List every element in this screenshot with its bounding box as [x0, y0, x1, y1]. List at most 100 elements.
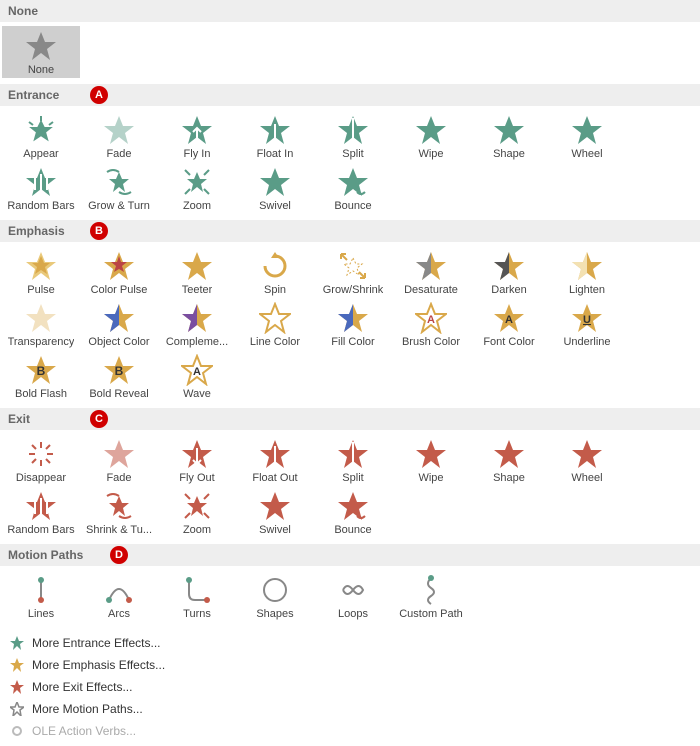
path-lines[interactable]: Lines	[2, 570, 80, 622]
anim-swivel[interactable]: Swivel	[236, 162, 314, 214]
line-icon	[25, 574, 57, 606]
svg-text:A: A	[193, 366, 201, 378]
svg-text:A: A	[505, 314, 513, 326]
item-label: Fly In	[184, 148, 211, 160]
anim-wipe-out[interactable]: Wipe	[392, 434, 470, 486]
more-entrance[interactable]: More Entrance Effects...	[4, 632, 696, 654]
item-label: Grow & Turn	[88, 200, 150, 212]
anim-wave[interactable]: A Wave	[158, 350, 236, 402]
more-label: More Entrance Effects...	[32, 636, 161, 650]
item-label: Bold Flash	[15, 388, 67, 400]
anim-wipe[interactable]: Wipe	[392, 110, 470, 162]
badge-d: D	[110, 546, 128, 564]
item-label: Zoom	[183, 200, 211, 212]
anim-font-color[interactable]: A Font Color	[470, 298, 548, 350]
item-label: Wave	[183, 388, 211, 400]
anim-complementary[interactable]: Compleme...	[158, 298, 236, 350]
arc-icon	[103, 574, 135, 606]
grid-entrance: Appear Fade Fly In Float In Split Wipe S…	[0, 106, 700, 220]
anim-darken[interactable]: Darken	[470, 246, 548, 298]
star-outline-icon	[10, 702, 24, 716]
anim-random-bars[interactable]: Random Bars	[2, 162, 80, 214]
anim-lighten[interactable]: Lighten	[548, 246, 626, 298]
item-label: Line Color	[250, 336, 300, 348]
anim-line-color[interactable]: Line Color	[236, 298, 314, 350]
more-list: More Entrance Effects... More Emphasis E…	[0, 628, 700, 746]
path-loops[interactable]: Loops	[314, 570, 392, 622]
item-label: Zoom	[183, 524, 211, 536]
star-icon	[103, 438, 135, 470]
more-paths[interactable]: More Motion Paths...	[4, 698, 696, 720]
item-label: Lines	[28, 608, 54, 620]
anim-none[interactable]: None	[2, 26, 80, 78]
more-exit[interactable]: More Exit Effects...	[4, 676, 696, 698]
anim-fly-in[interactable]: Fly In	[158, 110, 236, 162]
star-icon	[259, 490, 291, 522]
item-label: Font Color	[483, 336, 534, 348]
anim-transparency[interactable]: Transparency	[2, 298, 80, 350]
more-emphasis[interactable]: More Emphasis Effects...	[4, 654, 696, 676]
anim-bounce-out[interactable]: Bounce	[314, 486, 392, 538]
anim-fly-out[interactable]: Fly Out	[158, 434, 236, 486]
anim-bold-flash[interactable]: BBold Flash	[2, 350, 80, 402]
item-label: Compleme...	[166, 336, 228, 348]
item-label: Fly Out	[179, 472, 214, 484]
anim-underline[interactable]: UUnderline	[548, 298, 626, 350]
anim-spin[interactable]: Spin	[236, 246, 314, 298]
star-swirl-icon	[103, 490, 135, 522]
item-label: Lighten	[569, 284, 605, 296]
anim-zoom-out[interactable]: Zoom	[158, 486, 236, 538]
anim-split[interactable]: Split	[314, 110, 392, 162]
anim-object-color[interactable]: Object Color	[80, 298, 158, 350]
star-icon	[337, 114, 369, 146]
star-bounce-icon	[337, 490, 369, 522]
anim-brush-color[interactable]: ABrush Color	[392, 298, 470, 350]
anim-random-bars-out[interactable]: Random Bars	[2, 486, 80, 538]
anim-split-out[interactable]: Split	[314, 434, 392, 486]
anim-shape-out[interactable]: Shape	[470, 434, 548, 486]
circle-icon	[259, 574, 291, 606]
anim-pulse[interactable]: Pulse	[2, 246, 80, 298]
anim-fade[interactable]: Fade	[80, 110, 158, 162]
anim-disappear[interactable]: Disappear	[2, 434, 80, 486]
star-burst-icon	[25, 114, 57, 146]
anim-zoom[interactable]: Zoom	[158, 162, 236, 214]
star-icon	[103, 114, 135, 146]
star-icon	[571, 438, 603, 470]
path-arcs[interactable]: Arcs	[80, 570, 158, 622]
anim-bold-reveal[interactable]: BBold Reveal	[80, 350, 158, 402]
anim-teeter[interactable]: Teeter	[158, 246, 236, 298]
item-label: Random Bars	[7, 524, 74, 536]
anim-float-in[interactable]: Float In	[236, 110, 314, 162]
star-icon	[259, 166, 291, 198]
path-custom[interactable]: Custom Path	[392, 570, 470, 622]
more-label: More Exit Effects...	[32, 680, 132, 694]
item-label: Color Pulse	[91, 284, 148, 296]
anim-grow-turn[interactable]: Grow & Turn	[80, 162, 158, 214]
anim-bounce[interactable]: Bounce	[314, 162, 392, 214]
anim-shape[interactable]: Shape	[470, 110, 548, 162]
star-zoom-icon	[181, 166, 213, 198]
star-letter-icon: A	[493, 302, 525, 334]
infinity-icon	[337, 574, 369, 606]
anim-desaturate[interactable]: Desaturate	[392, 246, 470, 298]
star-icon	[10, 680, 24, 694]
anim-wheel[interactable]: Wheel	[548, 110, 626, 162]
star-glow-icon	[25, 250, 57, 282]
item-label: Bold Reveal	[89, 388, 148, 400]
path-turns[interactable]: Turns	[158, 570, 236, 622]
anim-swivel-out[interactable]: Swivel	[236, 486, 314, 538]
anim-grow-shrink[interactable]: Grow/Shrink	[314, 246, 392, 298]
anim-appear[interactable]: Appear	[2, 110, 80, 162]
anim-fill-color[interactable]: Fill Color	[314, 298, 392, 350]
anim-fade-out[interactable]: Fade	[80, 434, 158, 486]
star-arrow-icon	[181, 438, 213, 470]
grid-none: None	[0, 22, 700, 84]
anim-wheel-out[interactable]: Wheel	[548, 434, 626, 486]
anim-shrink-turn[interactable]: Shrink & Tu...	[80, 486, 158, 538]
path-shapes[interactable]: Shapes	[236, 570, 314, 622]
item-label: Fill Color	[331, 336, 374, 348]
section-title: Motion Paths	[8, 548, 83, 562]
anim-float-out[interactable]: Float Out	[236, 434, 314, 486]
anim-color-pulse[interactable]: Color Pulse	[80, 246, 158, 298]
